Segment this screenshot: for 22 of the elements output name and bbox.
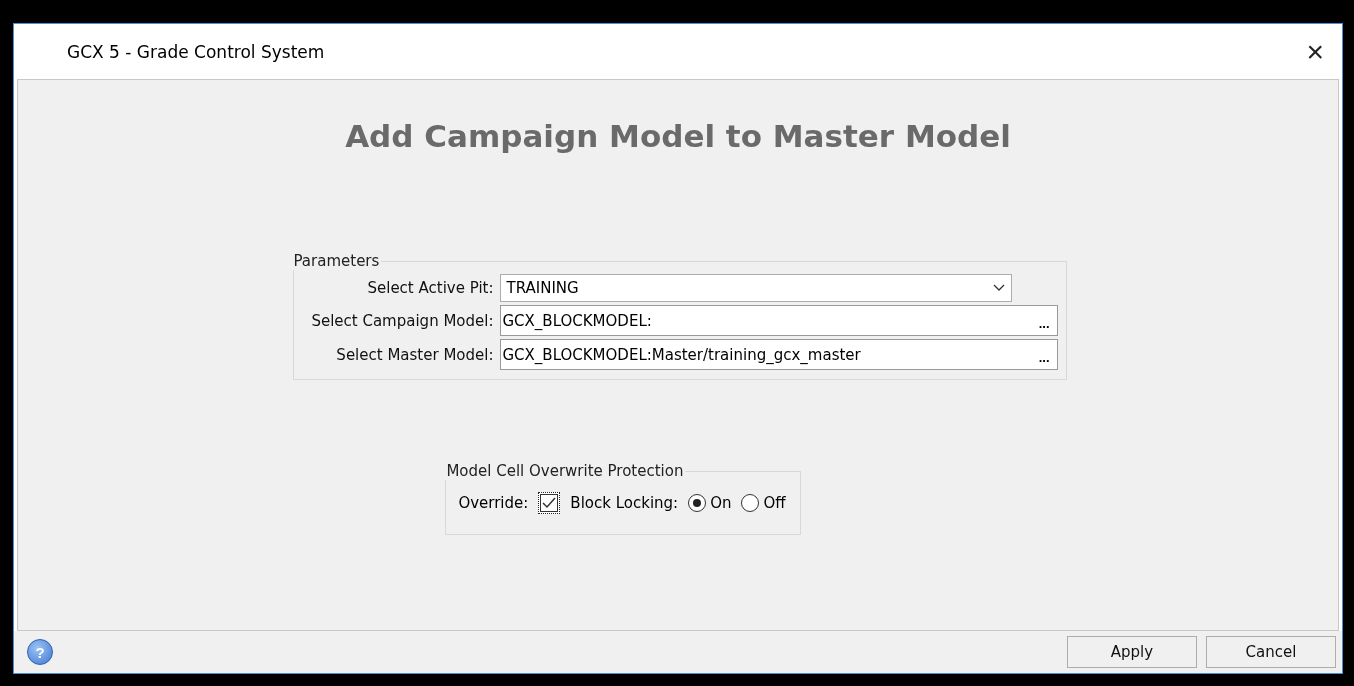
locking-radio[interactable]: Off (741, 494, 786, 512)
field-label: Select Master Model: (335, 345, 494, 364)
dialog-button[interactable]: Apply (1067, 636, 1197, 668)
override-checkbox[interactable] (538, 492, 561, 514)
group-legend: Parameters (291, 252, 382, 270)
page-heading: Add Campaign Model to Master Model (345, 118, 1011, 154)
browse-button[interactable]: ... (1034, 310, 1054, 331)
block-locking-label: Block Locking: (570, 494, 679, 512)
override-label: Override: (458, 494, 529, 512)
locking-radio[interactable]: On (688, 494, 732, 512)
browse-button[interactable]: ... (1034, 344, 1054, 365)
close-button[interactable]: × (1302, 36, 1328, 67)
model-path-field[interactable]: GCX_BLOCKMODEL:Master/training_gcx_master ... (499, 339, 1058, 370)
pit-dropdown[interactable]: TRAINING (499, 274, 1012, 302)
dialog-button[interactable]: Cancel (1206, 636, 1336, 668)
checkmark-icon (541, 496, 558, 510)
chevron-down-icon (992, 284, 1005, 292)
field-label: Select Campaign Model: (310, 311, 494, 330)
group-legend: Model Cell Overwrite Protection (444, 462, 686, 480)
window-title: GCX 5 - Grade Control System (67, 41, 325, 62)
field-label: Select Active Pit: (366, 279, 494, 297)
model-path-field[interactable]: GCX_BLOCKMODEL: ... (499, 305, 1058, 336)
